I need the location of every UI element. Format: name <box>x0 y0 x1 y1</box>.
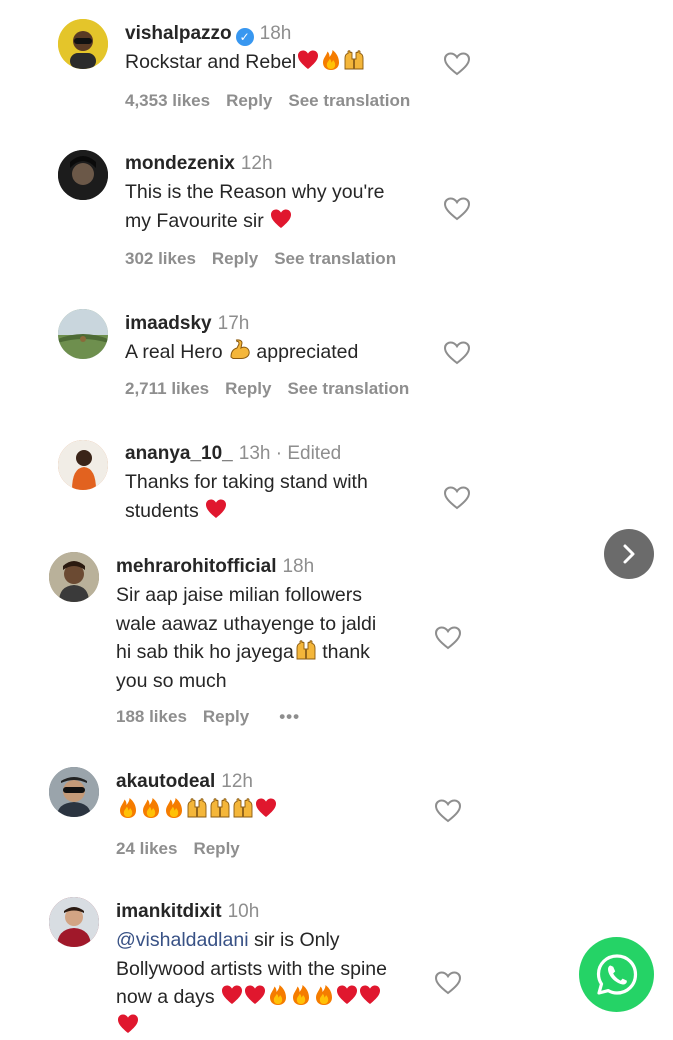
likes-count[interactable]: 2,711 likes <box>125 379 209 398</box>
comment-item: vishalpazzo ✓ 18h Rockstar and Rebel 4,353… <box>0 0 600 130</box>
timestamp: 13h · Edited <box>238 443 342 464</box>
raising-hands-emoji-icon <box>295 639 317 661</box>
like-heart-icon[interactable] <box>444 341 470 365</box>
username[interactable]: vishalpazzo <box>125 23 232 44</box>
avatar[interactable] <box>58 309 108 359</box>
timestamp: 12h <box>221 771 253 792</box>
likes-count[interactable]: 188 likes <box>116 707 187 726</box>
avatar[interactable] <box>58 440 108 490</box>
username[interactable]: mehrarohitofficial <box>116 556 276 577</box>
avatar[interactable] <box>49 552 99 602</box>
mention-link[interactable]: @vishaldadlani <box>116 929 249 951</box>
like-heart-icon[interactable] <box>444 197 470 221</box>
whatsapp-icon <box>596 953 637 995</box>
timestamp: 12h <box>240 153 273 174</box>
chevron-right-icon <box>623 544 635 564</box>
see-translation-link[interactable]: See translation <box>274 249 396 268</box>
raising-hands-emoji-icon <box>186 797 208 819</box>
verified-badge-icon: ✓ <box>235 28 254 46</box>
timestamp: 18h <box>282 556 315 577</box>
reply-button[interactable]: Reply <box>225 379 271 398</box>
fire-emoji-icon <box>117 797 139 819</box>
heart-emoji-icon <box>270 208 292 230</box>
raising-hands-emoji-icon <box>232 797 254 819</box>
reply-button[interactable]: Reply <box>203 707 249 726</box>
username[interactable]: akautodeal <box>116 771 215 792</box>
like-heart-icon[interactable] <box>444 486 470 510</box>
reply-button[interactable]: Reply <box>193 839 239 858</box>
comment-text: Thanks for taking stand with students <box>125 471 368 522</box>
next-post-button[interactable] <box>604 529 654 579</box>
likes-count[interactable]: 24 likes <box>116 839 177 858</box>
timestamp: 18h <box>259 23 292 44</box>
like-heart-icon[interactable] <box>444 52 470 76</box>
heart-emoji-icon <box>221 984 243 1006</box>
more-options-button[interactable]: ••• <box>279 707 300 726</box>
comment-text: A real Hero appreciated <box>125 339 359 363</box>
heart-emoji-icon <box>205 498 227 520</box>
fire-emoji-icon <box>313 984 335 1006</box>
username[interactable]: mondezenix <box>125 153 235 174</box>
see-translation-link[interactable]: See translation <box>287 379 409 398</box>
username[interactable]: imaadsky <box>125 313 212 334</box>
like-heart-icon[interactable] <box>435 626 461 650</box>
fire-emoji-icon <box>267 984 289 1006</box>
heart-emoji-icon <box>336 984 358 1006</box>
username[interactable]: ananya_10_ <box>125 443 233 464</box>
comment-text: This is the Reason why you're my Favouri… <box>125 181 385 232</box>
timestamp: 10h <box>227 901 260 922</box>
fire-emoji-icon <box>320 49 342 71</box>
timestamp: 17h <box>217 313 250 334</box>
like-heart-icon[interactable] <box>435 799 461 823</box>
raising-hands-emoji-icon <box>209 797 231 819</box>
like-heart-icon[interactable] <box>435 971 461 995</box>
heart-emoji-icon <box>297 49 319 71</box>
comment-text <box>116 796 436 825</box>
fire-emoji-icon <box>290 984 312 1006</box>
avatar[interactable] <box>58 19 108 69</box>
comment-text: Rockstar and Rebel <box>125 48 455 77</box>
heart-emoji-icon <box>244 984 266 1006</box>
avatar[interactable] <box>49 897 99 947</box>
avatar[interactable] <box>58 150 108 200</box>
fire-emoji-icon <box>163 797 185 819</box>
likes-count[interactable]: 302 likes <box>125 249 196 268</box>
likes-count[interactable]: 4,353 likes <box>125 91 210 110</box>
reply-button[interactable]: Reply <box>212 249 258 268</box>
heart-emoji-icon <box>255 797 277 819</box>
reply-button[interactable]: Reply <box>226 91 272 110</box>
whatsapp-share-button[interactable] <box>579 937 654 1012</box>
fire-emoji-icon <box>140 797 162 819</box>
see-translation-link[interactable]: See translation <box>288 91 410 110</box>
comment-text: @vishaldadlani sir is Only Bollywood art… <box>116 926 436 1040</box>
raising-hands-emoji-icon <box>343 49 365 71</box>
username[interactable]: imankitdixit <box>116 901 222 922</box>
comment-text: Sir aap jaise milian followers wale aawa… <box>116 584 377 692</box>
avatar[interactable] <box>49 767 99 817</box>
heart-emoji-icon <box>359 984 381 1006</box>
flexed-biceps-emoji-icon <box>229 339 251 361</box>
